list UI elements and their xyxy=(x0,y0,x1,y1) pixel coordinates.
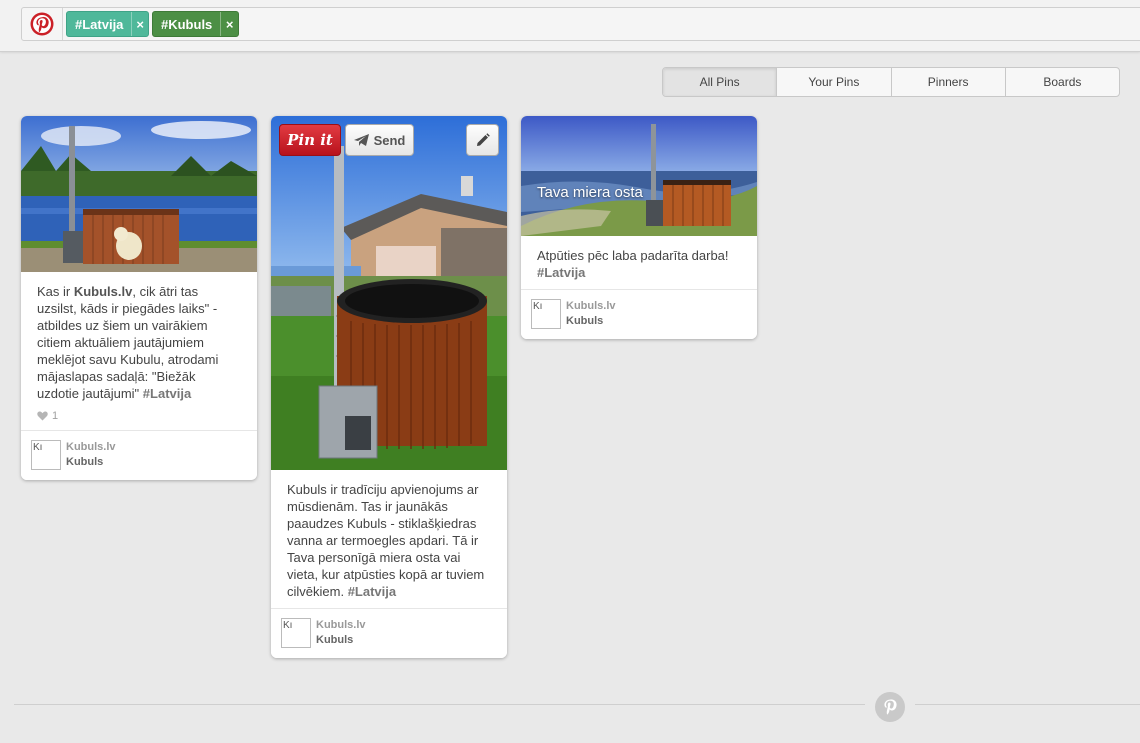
hashtag-link[interactable]: #Latvija xyxy=(143,386,191,401)
edit-button[interactable] xyxy=(466,124,499,156)
hashtag-link[interactable]: #Latvija xyxy=(537,265,585,280)
pin-image[interactable]: Tava miera osta xyxy=(521,116,757,236)
tab-all-pins[interactable]: All Pins xyxy=(663,68,778,96)
credit-source[interactable]: Kubuls.lv xyxy=(66,440,116,455)
search-filter-tabs: All Pins Your Pins Pinners Boards xyxy=(662,67,1120,97)
remove-tag-close-icon[interactable]: × xyxy=(131,12,148,36)
send-plane-icon xyxy=(353,134,369,146)
pin-card: Tava miera osta Atpūties pēc laba padarī… xyxy=(521,116,757,339)
pin-image[interactable] xyxy=(21,116,257,272)
credit-text: Kubuls.lv Kubuls xyxy=(66,440,116,470)
pin-likes[interactable]: 1 xyxy=(21,410,257,430)
credit-board[interactable]: Kubuls xyxy=(316,633,366,648)
credit-text: Kubuls.lv Kubuls xyxy=(316,618,366,648)
pin-description-link[interactable]: Kubuls.lv xyxy=(74,284,133,299)
credit-board[interactable]: Kubuls xyxy=(566,314,616,329)
search-tag-label: #Latvija xyxy=(75,16,124,32)
credit-source[interactable]: Kubuls.lv xyxy=(566,299,616,314)
image-overlay-caption: Tava miera osta xyxy=(537,184,643,201)
pinterest-footer-icon[interactable] xyxy=(875,692,905,722)
footer-divider xyxy=(14,704,865,705)
credit-board[interactable]: Kubuls xyxy=(66,455,116,470)
likes-count: 1 xyxy=(52,410,59,422)
remove-tag-close-icon[interactable]: × xyxy=(220,12,238,36)
pin-description: Kubuls ir tradīciju apvienojums ar mūsdi… xyxy=(271,470,507,608)
tab-pinners[interactable]: Pinners xyxy=(892,68,1006,96)
pin-it-button[interactable]: Pin it xyxy=(279,124,341,156)
pin-image[interactable]: Pin it Send xyxy=(271,116,507,470)
send-button[interactable]: Send xyxy=(345,124,414,156)
pin-credit[interactable]: Kı Kubuls.lv Kubuls xyxy=(521,289,757,339)
pin-description: Kas ir Kubuls.lv, cik ātri tas uzsilst, … xyxy=(21,272,257,410)
pin-description-text: Kas ir xyxy=(37,284,74,299)
pin-description-text: Kubuls ir tradīciju apvienojums ar mūsdi… xyxy=(287,482,485,599)
search-tag-kubuls: #Kubuls × xyxy=(152,11,239,37)
footer-divider xyxy=(915,704,1140,705)
pinterest-logo-icon[interactable] xyxy=(22,8,63,40)
tab-boards[interactable]: Boards xyxy=(1006,68,1119,96)
send-button-label: Send xyxy=(373,132,406,148)
pin-credit[interactable]: Kı Kubuls.lv Kubuls xyxy=(21,430,257,480)
credit-source[interactable]: Kubuls.lv xyxy=(316,618,366,633)
pin-credit[interactable]: Kı Kubuls.lv Kubuls xyxy=(271,608,507,658)
pin-description-text: Atpūties pēc laba padarīta darba! xyxy=(537,248,729,263)
avatar[interactable]: Kı xyxy=(531,299,561,329)
avatar[interactable]: Kı xyxy=(281,618,311,648)
search-tag-label: #Kubuls xyxy=(161,16,213,32)
search-tag-latvija: #Latvija × xyxy=(66,11,149,37)
pin-description: Atpūties pēc laba padarīta darba! #Latvi… xyxy=(521,236,757,289)
tab-your-pins[interactable]: Your Pins xyxy=(777,68,892,96)
pin-card: Kas ir Kubuls.lv, cik ātri tas uzsilst, … xyxy=(21,116,257,480)
avatar[interactable]: Kı xyxy=(31,440,61,470)
heart-icon xyxy=(37,411,48,421)
top-bar: #Latvija × #Kubuls × xyxy=(0,0,1140,52)
hashtag-link[interactable]: #Latvija xyxy=(348,584,396,599)
search-bar[interactable]: #Latvija × #Kubuls × xyxy=(21,7,1140,41)
pin-description-text: , cik ātri tas uzsilst, kāds ir piegādes… xyxy=(37,284,219,401)
credit-text: Kubuls.lv Kubuls xyxy=(566,299,616,329)
pencil-icon xyxy=(476,133,490,146)
pin-card: Pin it Send Kubuls ir tradīciju apvienoj… xyxy=(271,116,507,658)
